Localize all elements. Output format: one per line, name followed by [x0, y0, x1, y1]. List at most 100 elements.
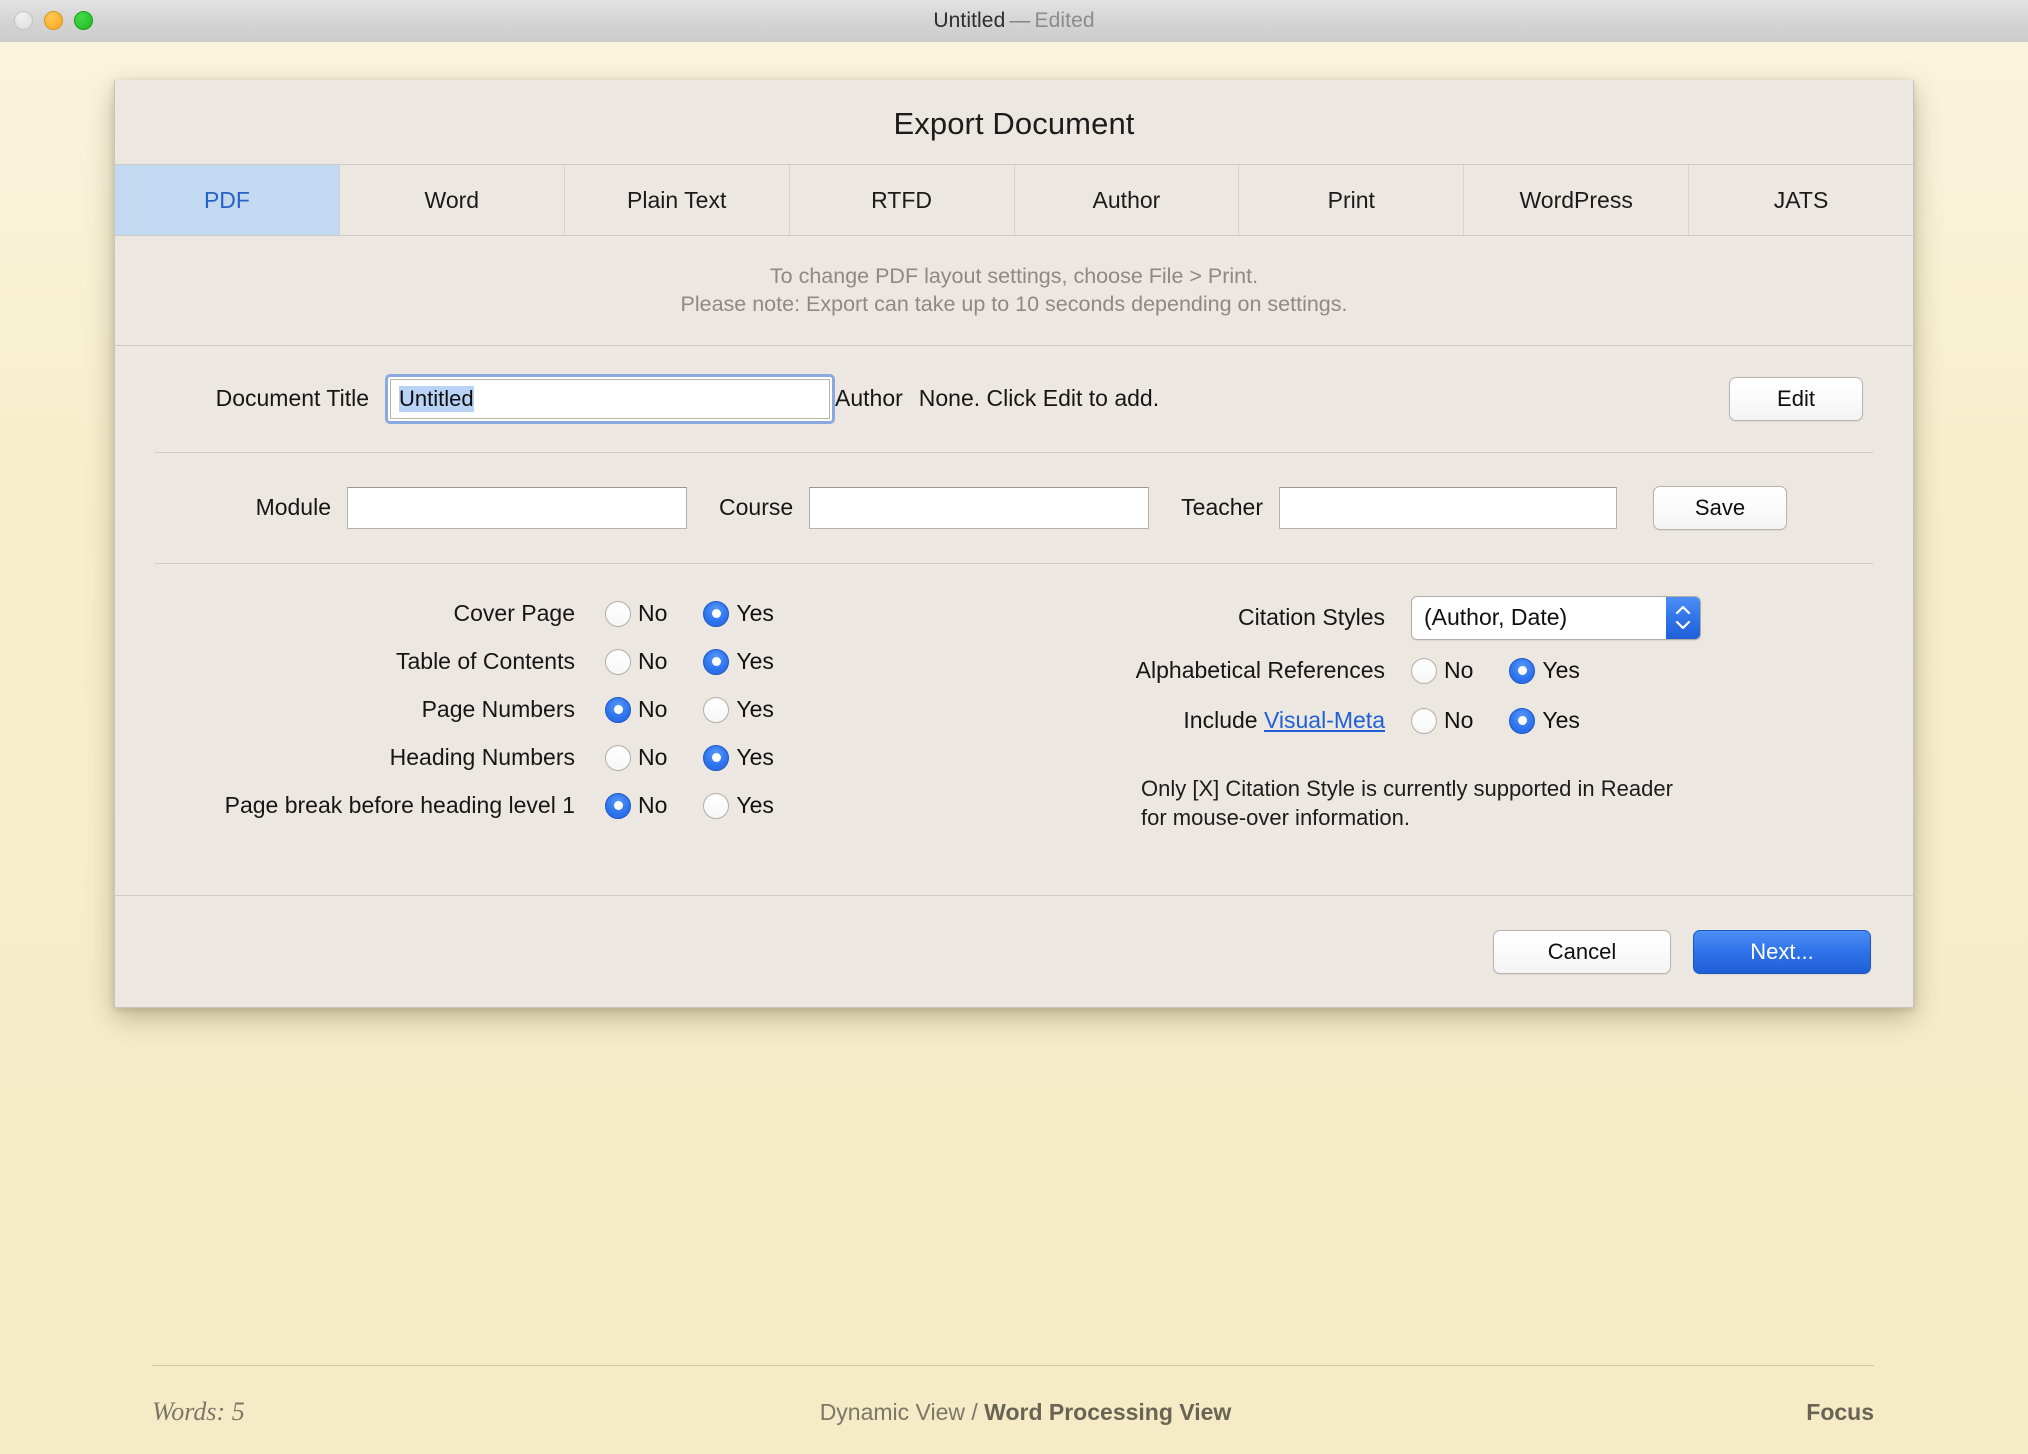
option-page-break-before-heading-yes-label: Yes — [736, 792, 774, 819]
option-include-visual-meta-label: Include Visual-Meta — [945, 707, 1385, 734]
document-title-label: Document Title — [215, 385, 369, 412]
option-heading-numbers-no[interactable]: No — [605, 744, 667, 771]
tab-jats-label: JATS — [1773, 186, 1829, 213]
maximize-button[interactable] — [74, 11, 93, 30]
teacher-input[interactable] — [1278, 486, 1617, 529]
radio-icon[interactable] — [703, 648, 730, 675]
include-prefix: Include — [1183, 707, 1264, 734]
option-heading-numbers-no-label: No — [638, 744, 668, 771]
option-page-break-before-heading: Page break before heading level 1 No Yes — [155, 782, 945, 830]
author-value: None. Click Edit to add. — [918, 385, 1160, 412]
option-include-visual-meta-no[interactable]: No — [1411, 707, 1473, 734]
option-page-break-before-heading-yes[interactable]: Yes — [703, 792, 774, 819]
option-table-of-contents: Table of Contents No Yes — [155, 638, 945, 686]
option-cover-page-no[interactable]: No — [605, 600, 667, 627]
pdf-info-note-line-2: Please note: Export can take up to 10 se… — [680, 292, 1348, 317]
option-cover-page: Cover Page No Yes — [155, 590, 945, 638]
option-cover-page-label: Cover Page — [453, 600, 575, 627]
chevron-updown-icon[interactable] — [1666, 596, 1700, 639]
tab-author-label: Author — [1092, 186, 1161, 213]
option-include-visual-meta-yes[interactable]: Yes — [1509, 707, 1580, 734]
radio-icon[interactable] — [1509, 657, 1536, 684]
tab-word-label: Word — [424, 186, 480, 213]
radio-icon[interactable] — [703, 744, 730, 771]
radio-icon[interactable] — [1509, 707, 1536, 734]
document-footer-divider — [152, 1365, 1874, 1366]
radio-icon[interactable] — [1411, 707, 1437, 734]
minimize-button[interactable] — [44, 11, 63, 30]
citation-support-note-line-2: for mouse-over information. — [1141, 804, 1410, 830]
radio-icon[interactable] — [605, 648, 631, 675]
option-alphabetical-references-yes-label: Yes — [1542, 657, 1580, 684]
citation-support-note-line-1: Only [X] Citation Style is currently sup… — [1141, 775, 1673, 801]
radio-icon[interactable] — [703, 696, 730, 723]
option-page-numbers-label: Page Numbers — [421, 696, 575, 723]
citation-styles-row: Citation Styles (Author, Date) — [945, 590, 1873, 646]
author-edit-button[interactable]: Edit — [1729, 376, 1863, 421]
metadata-save-button[interactable]: Save — [1652, 485, 1787, 530]
radio-icon[interactable] — [605, 696, 631, 723]
radio-icon[interactable] — [703, 792, 730, 819]
tab-pdf[interactable]: PDF — [115, 165, 340, 235]
cancel-button[interactable]: Cancel — [1493, 929, 1671, 974]
document-footer: Words: 5 Dynamic View / Word Processing … — [152, 1390, 1874, 1434]
module-label: Module — [255, 494, 331, 521]
window-titlebar: Untitled — Edited — [0, 0, 2028, 43]
tab-wordpress[interactable]: WordPress — [1464, 165, 1690, 235]
document-title-input[interactable]: Untitled — [390, 378, 830, 419]
option-include-visual-meta-yes-label: Yes — [1542, 707, 1580, 734]
option-alphabetical-references-yes[interactable]: Yes — [1509, 657, 1580, 684]
tab-jats[interactable]: JATS — [1689, 165, 1913, 235]
course-input[interactable] — [809, 486, 1150, 529]
module-input[interactable] — [347, 486, 687, 529]
view-mode-switcher[interactable]: Dynamic View / Word Processing View — [245, 1399, 1807, 1426]
option-page-break-before-heading-no-label: No — [638, 792, 668, 819]
options-left-column: Cover Page No Yes Table of Contents No Y… — [155, 590, 945, 830]
radio-icon[interactable] — [605, 600, 631, 627]
view-mode-current[interactable]: Word Processing View — [984, 1399, 1231, 1425]
citation-styles-select[interactable]: (Author, Date) — [1411, 595, 1701, 640]
teacher-label: Teacher — [1181, 494, 1263, 521]
focus-button[interactable]: Focus — [1806, 1399, 1874, 1426]
course-label: Course — [719, 494, 794, 521]
window-title-dash: — — [1009, 9, 1031, 32]
tab-pdf-label: PDF — [203, 186, 250, 213]
radio-icon[interactable] — [1411, 657, 1437, 684]
document-page: Export Document PDF Word Plain Text RTFD… — [0, 42, 2028, 1454]
option-table-of-contents-no[interactable]: No — [605, 648, 667, 675]
visual-meta-link[interactable]: Visual-Meta — [1264, 707, 1385, 733]
tab-plain-text[interactable]: Plain Text — [565, 165, 790, 235]
tab-print[interactable]: Print — [1239, 165, 1465, 235]
view-mode-dynamic[interactable]: Dynamic View — [820, 1399, 965, 1425]
option-cover-page-yes[interactable]: Yes — [703, 600, 774, 627]
option-heading-numbers-yes-label: Yes — [736, 744, 774, 771]
close-button[interactable] — [14, 11, 33, 30]
dialog-action-bar: Cancel Next... — [115, 895, 1913, 1007]
cancel-button-label: Cancel — [1547, 938, 1617, 964]
document-title-value: Untitled — [399, 385, 474, 412]
tab-author[interactable]: Author — [1015, 165, 1240, 235]
option-page-numbers-no[interactable]: No — [605, 696, 667, 723]
tab-word[interactable]: Word — [340, 165, 565, 235]
option-cover-page-yes-label: Yes — [736, 600, 774, 627]
radio-icon[interactable] — [605, 744, 631, 771]
word-count: Words: 5 — [152, 1397, 245, 1426]
radio-icon[interactable] — [703, 600, 730, 627]
author-group: Author None. Click Edit to add. Edit — [835, 376, 1873, 421]
citation-support-note: Only [X] Citation Style is currently sup… — [1141, 774, 1841, 832]
option-table-of-contents-yes[interactable]: Yes — [703, 648, 774, 675]
tab-rtfd[interactable]: RTFD — [790, 165, 1015, 235]
option-heading-numbers-yes[interactable]: Yes — [703, 744, 774, 771]
option-include-visual-meta: Include Visual-Meta No Yes — [945, 696, 1873, 746]
option-page-numbers-yes[interactable]: Yes — [703, 696, 774, 723]
tab-wordpress-label: WordPress — [1519, 186, 1633, 213]
options-area: Cover Page No Yes Table of Contents No Y… — [155, 564, 1873, 832]
export-format-tabs: PDF Word Plain Text RTFD Author Print Wo… — [115, 164, 1913, 236]
option-page-numbers: Page Numbers No Yes — [155, 686, 945, 734]
option-alphabetical-references-no[interactable]: No — [1411, 657, 1473, 684]
window-title-state: Edited — [1034, 9, 1095, 32]
window-title: Untitled — Edited — [933, 9, 1094, 33]
next-button[interactable]: Next... — [1693, 929, 1871, 974]
option-page-break-before-heading-no[interactable]: No — [605, 792, 667, 819]
radio-icon[interactable] — [605, 792, 631, 819]
